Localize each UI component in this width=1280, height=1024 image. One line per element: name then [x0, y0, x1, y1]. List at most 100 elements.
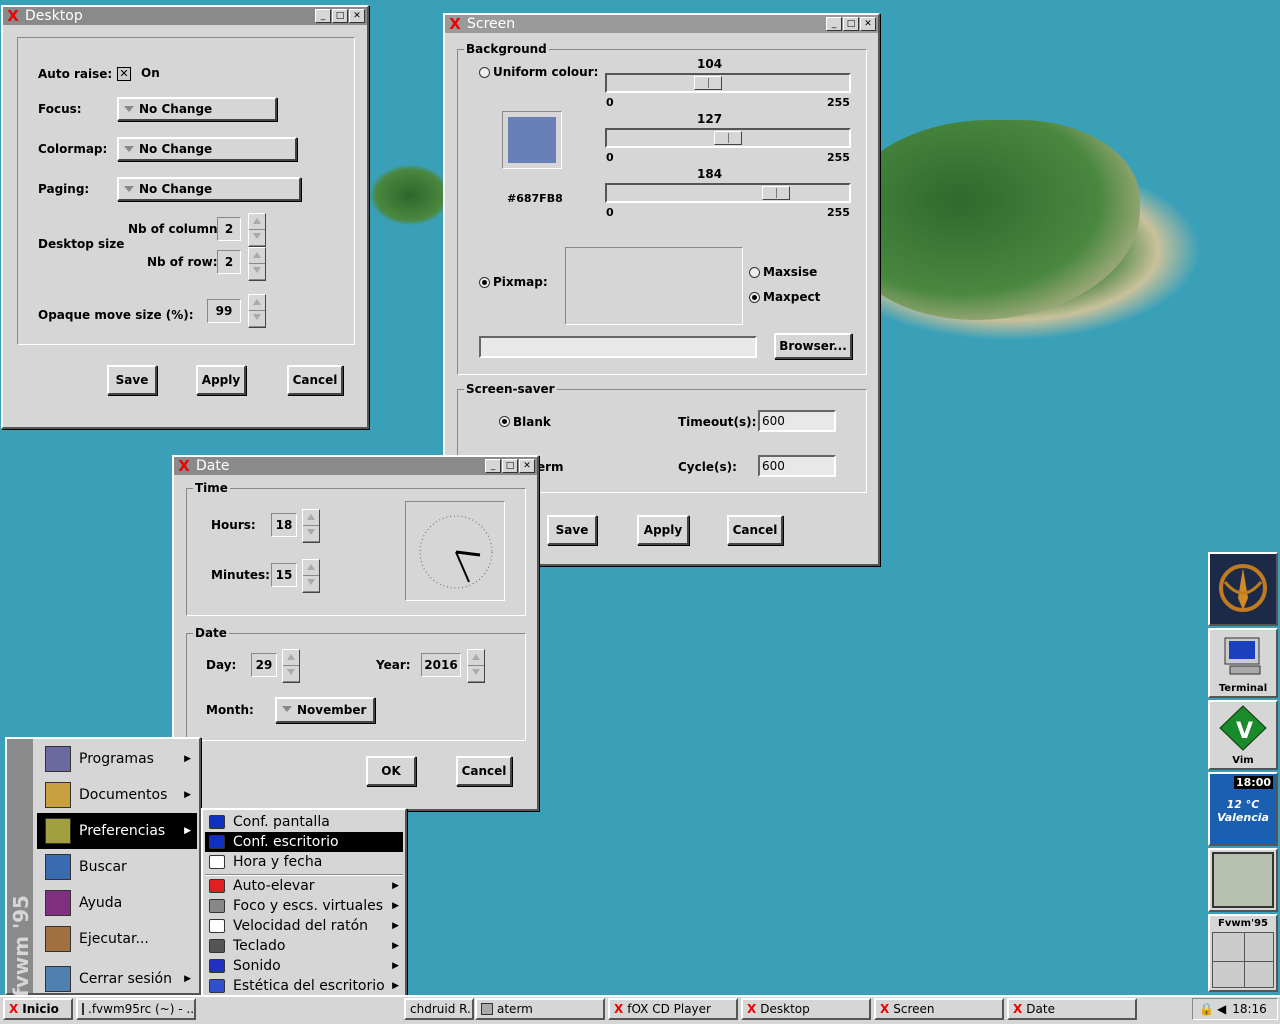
dock-weather[interactable]: 18:00 12 °C Valencia: [1208, 772, 1278, 846]
pref-menu-item[interactable]: Hora y fecha: [205, 852, 403, 872]
cycle-input[interactable]: 600: [758, 455, 836, 477]
pref-menu-item[interactable]: Estética del escritorio ▶: [205, 976, 403, 996]
cancel-button[interactable]: Cancel: [456, 756, 512, 786]
cycle-label: Cycle(s):: [678, 460, 737, 474]
blank-label: Blank: [513, 415, 551, 429]
pixmap-radio[interactable]: [479, 277, 490, 288]
dock-quake[interactable]: [1208, 552, 1278, 626]
day-field[interactable]: 29: [251, 653, 277, 677]
hours-spinner[interactable]: [302, 509, 320, 543]
hours-field[interactable]: 18: [271, 513, 297, 537]
dock-vim[interactable]: V Vim: [1208, 700, 1278, 770]
start-menu-item-preferencias[interactable]: Preferencias ▶: [37, 813, 197, 849]
start-menu-item-documentos[interactable]: Documentos ▶: [37, 777, 197, 813]
start-menu-item-programas[interactable]: Programas ▶: [37, 741, 197, 777]
taskbar-task-3[interactable]: XfOX CD Player: [608, 998, 738, 1020]
pref-menu-item[interactable]: Auto-elevar ▶: [205, 876, 403, 896]
year-field[interactable]: 2016: [421, 653, 461, 677]
taskbar-task-6[interactable]: X Date: [1007, 998, 1137, 1020]
start-menu-item-buscar[interactable]: Buscar: [37, 849, 197, 885]
blank-radio[interactable]: [499, 416, 510, 427]
month-dropdown[interactable]: November: [275, 697, 375, 723]
close-button[interactable]: ✕: [349, 9, 365, 23]
maxsise-radio[interactable]: [749, 267, 760, 278]
rows-spinner[interactable]: [248, 247, 266, 281]
start-menu[interactable]: fvwm '95 Programas ▶ Documentos ▶ Preferenci…: [5, 737, 201, 997]
dock-pager[interactable]: Fvwm'95: [1208, 914, 1278, 992]
minimize-button[interactable]: _: [826, 17, 842, 31]
taskbar-task-5[interactable]: X Screen: [874, 998, 1004, 1020]
slider-thumb[interactable]: [762, 186, 790, 200]
browser-button[interactable]: Browser...: [774, 333, 852, 359]
minimize-button[interactable]: _: [315, 9, 331, 23]
apply-button[interactable]: Apply: [637, 515, 689, 545]
maximize-button[interactable]: □: [502, 459, 518, 473]
maxpect-radio[interactable]: [749, 292, 760, 303]
maximize-button[interactable]: □: [843, 17, 859, 31]
fvwm-x-icon[interactable]: X: [176, 457, 192, 475]
desktop-titlebar[interactable]: X Desktop _ □ ✕: [3, 7, 367, 25]
colormap-dropdown[interactable]: No Change: [117, 137, 297, 161]
close-button[interactable]: ✕: [519, 459, 535, 473]
close-button[interactable]: ✕: [860, 17, 876, 31]
focus-dropdown[interactable]: No Change: [117, 97, 277, 121]
start-button[interactable]: X Inicio: [3, 998, 73, 1020]
opaque-move-spinner[interactable]: [248, 294, 266, 328]
rows-field[interactable]: 2: [217, 250, 241, 274]
preferences-submenu[interactable]: Conf. pantalla Conf. escritorio Hora y fec…: [201, 808, 407, 1022]
minutes-spinner[interactable]: [302, 559, 320, 593]
ok-button[interactable]: OK: [366, 756, 416, 786]
cpu-monitor-icon: [1212, 852, 1274, 908]
dock-terminal[interactable]: Terminal: [1208, 628, 1278, 698]
year-spinner[interactable]: [467, 649, 485, 683]
minutes-field[interactable]: 15: [271, 563, 297, 587]
fvwm-x-icon[interactable]: X: [447, 15, 463, 33]
pixmap-path-input[interactable]: [479, 336, 757, 358]
slider-thumb[interactable]: [714, 131, 742, 145]
colour-slider[interactable]: [605, 73, 851, 93]
taskbar-clock[interactable]: 18:16: [1232, 1002, 1267, 1016]
date-window[interactable]: X Date _ □ ✕ Time Hours: 18 Minutes: 15 Date…: [172, 455, 539, 811]
opaque-move-field[interactable]: 99: [207, 299, 241, 323]
pager-icon[interactable]: [1212, 932, 1274, 988]
columns-spinner[interactable]: [248, 213, 266, 247]
paging-dropdown[interactable]: No Change: [117, 177, 301, 201]
fvwm-x-icon[interactable]: X: [5, 7, 21, 25]
taskbar-task-label: Desktop: [760, 1002, 810, 1016]
taskbar-task-4[interactable]: X Desktop: [741, 998, 871, 1020]
day-spinner[interactable]: [282, 649, 300, 683]
screen-titlebar[interactable]: X Screen _ □ ✕: [445, 15, 878, 33]
minimize-button[interactable]: _: [485, 459, 501, 473]
timeout-input[interactable]: 600: [758, 410, 836, 432]
cancel-button[interactable]: Cancel: [287, 365, 343, 395]
taskbar-task-2[interactable]: aterm: [475, 998, 605, 1020]
save-button[interactable]: Save: [107, 365, 157, 395]
speaker-icon[interactable]: ◀: [1217, 1002, 1226, 1016]
slider-thumb[interactable]: [694, 76, 722, 90]
start-menu-item-ejecutar-[interactable]: Ejecutar...: [37, 921, 197, 957]
colour-slider[interactable]: [605, 183, 851, 203]
taskbar-task-0[interactable]: .fvwm95rc (~) - ...: [76, 998, 196, 1020]
save-button[interactable]: Save: [547, 515, 597, 545]
dock-cpu-monitor[interactable]: [1208, 848, 1278, 912]
apply-button[interactable]: Apply: [196, 365, 246, 395]
maximize-button[interactable]: □: [332, 9, 348, 23]
pref-menu-item[interactable]: Conf. escritorio: [205, 832, 403, 852]
pref-menu-item[interactable]: Teclado ▶: [205, 936, 403, 956]
colour-slider[interactable]: [605, 128, 851, 148]
opaque-move-label: Opaque move size (%):: [38, 308, 194, 322]
uniform-colour-radio[interactable]: [479, 67, 490, 78]
taskbar-task-1[interactable]: chdruid R...: [404, 998, 474, 1020]
start-menu-item-cerrar-sesi-n[interactable]: Cerrar sesión ▶: [37, 961, 197, 997]
start-menu-item-ayuda[interactable]: Ayuda: [37, 885, 197, 921]
pref-menu-item[interactable]: Velocidad del ratón ▶: [205, 916, 403, 936]
pref-menu-item[interactable]: Sonido ▶: [205, 956, 403, 976]
desktop-window[interactable]: X Desktop _ □ ✕ Auto raise: ✕ On Focus: No C…: [1, 5, 369, 429]
date-titlebar[interactable]: X Date _ □ ✕: [174, 457, 537, 475]
pref-menu-item[interactable]: Foco y escs. virtuales ▶: [205, 896, 403, 916]
lock-icon[interactable]: 🔒: [1199, 1002, 1214, 1016]
cancel-button[interactable]: Cancel: [727, 515, 783, 545]
columns-field[interactable]: 2: [217, 217, 241, 241]
auto-raise-checkbox[interactable]: ✕: [117, 67, 131, 81]
pref-menu-item[interactable]: Conf. pantalla: [205, 812, 403, 832]
